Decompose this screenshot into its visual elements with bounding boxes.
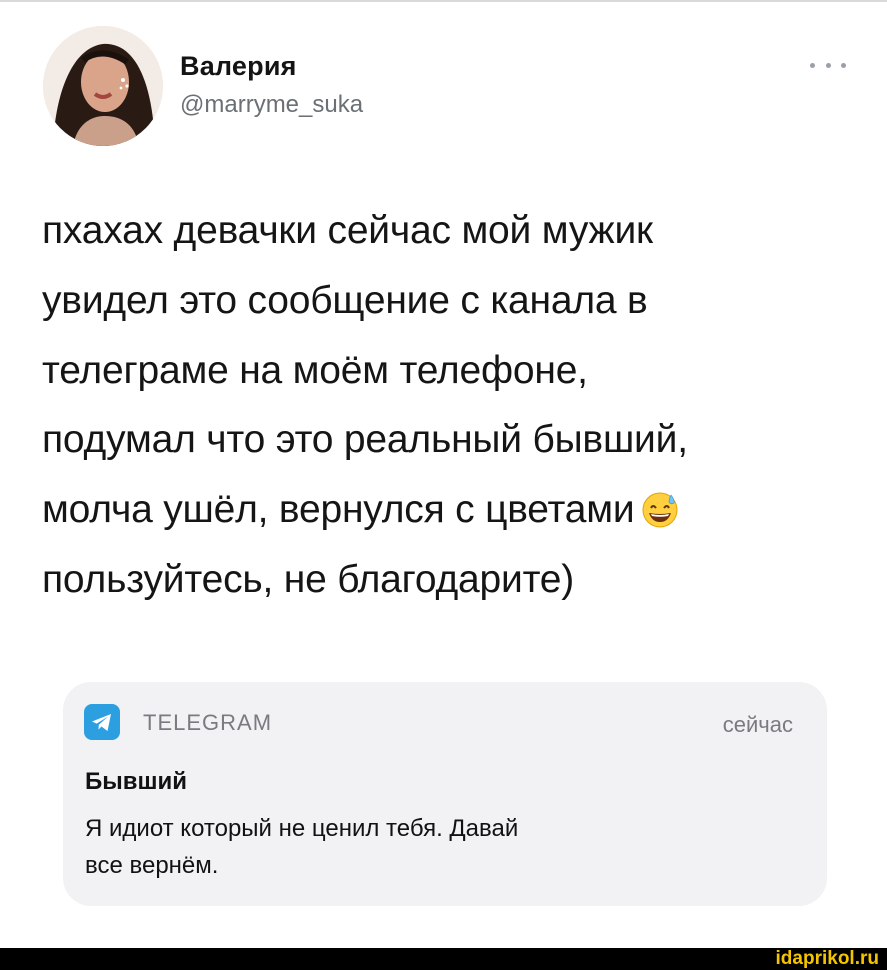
tweet-text-line: увидел это сообщение с канала в — [42, 278, 648, 322]
notification-app-name: TELEGRAM — [143, 710, 273, 735]
tweet-author: Валерия @marryme_suka — [180, 50, 363, 120]
notification-title: Бывший — [85, 768, 188, 795]
tweet-text: пхахах девачки сейчас мой мужик увидел э… — [42, 196, 852, 615]
telegram-icon — [84, 704, 120, 740]
notification-time: сейчас — [722, 712, 793, 737]
more-dots-icon — [825, 62, 831, 68]
notification-body-line: Я идиот который не ценил тебя. Давай — [85, 815, 519, 842]
more-dots-icon — [810, 62, 815, 68]
notification-body: Я идиот который не ценил тебя. Давай все… — [85, 810, 725, 884]
tweet-text-line-with-emoji: молча ушёл, вернулся с цветами — [42, 475, 852, 545]
telegram-notification[interactable]: TELEGRAM сейчас Бывший Я идиот который н… — [63, 682, 827, 906]
watermark-bar: idaprikol.ru — [0, 948, 887, 970]
tweet-text-line: молча ушёл, вернулся с цветами — [42, 488, 635, 532]
tweet-text-line: пхахах девачки сейчас мой мужик — [42, 209, 653, 252]
watermark[interactable]: idaprikol.ru — [776, 948, 879, 970]
tweet-text-line: телеграме на моём телефоне, — [42, 348, 588, 392]
tweet-text-line: пользуйтесь, не благодарите) — [42, 557, 575, 601]
more-options-button[interactable] — [810, 55, 846, 75]
grinning-sweat-emoji-icon — [640, 482, 680, 552]
author-handle[interactable]: @marryme_suka — [180, 90, 363, 120]
avatar[interactable] — [43, 26, 163, 146]
more-dots-icon — [841, 62, 846, 68]
tweet-text-line: подумал что это реальный бывший, — [42, 418, 688, 462]
notification-body-line: все вернём. — [85, 852, 219, 879]
author-name[interactable]: Валерия — [180, 50, 363, 82]
top-divider — [0, 0, 887, 2]
